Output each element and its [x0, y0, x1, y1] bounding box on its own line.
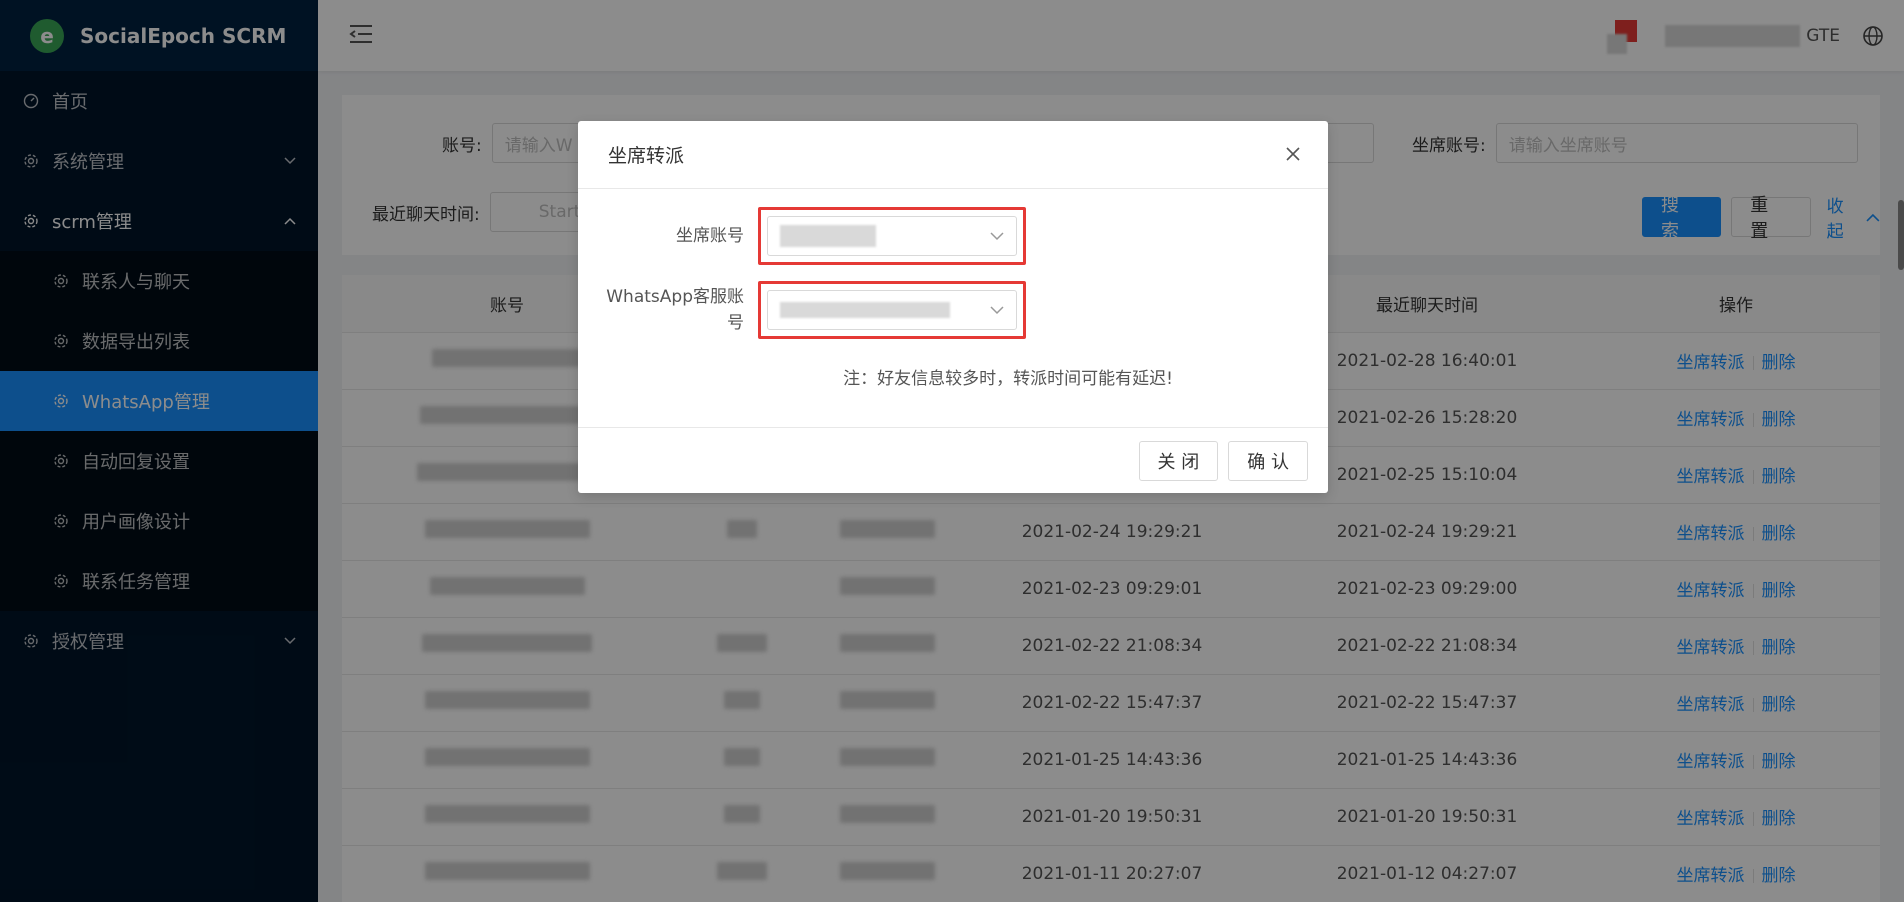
seat-account-label: 坐席账号	[676, 226, 744, 246]
seat-account-highlight	[758, 207, 1026, 265]
seat-account-select[interactable]	[767, 216, 1017, 256]
whatsapp-account-label: WhatsApp客服账 号	[606, 287, 744, 333]
chevron-down-icon	[990, 300, 1004, 320]
seat-transfer-dialog: 坐席转派 坐席账号 WhatsApp客服账 号 注：好友信息较多时，转派时间可能…	[578, 121, 1328, 493]
whatsapp-account-select[interactable]	[767, 290, 1017, 330]
dialog-footer: 关 闭 确 认	[578, 427, 1328, 493]
whatsapp-account-row: WhatsApp客服账 号	[578, 281, 1026, 339]
seat-account-row: 坐席账号	[578, 207, 1026, 265]
close-button[interactable]: 关 闭	[1138, 440, 1219, 481]
close-icon[interactable]	[1280, 141, 1306, 167]
dialog-body: 坐席账号 WhatsApp客服账 号 注：好友信息较多时，转派时间可能有延迟!	[578, 189, 1328, 427]
chevron-down-icon	[990, 226, 1004, 246]
transfer-note: 注：好友信息较多时，转派时间可能有延迟!	[843, 369, 1173, 389]
confirm-button[interactable]: 确 认	[1228, 440, 1308, 481]
whatsapp-account-highlight	[758, 281, 1026, 339]
dialog-header: 坐席转派	[578, 121, 1328, 189]
dialog-title: 坐席转派	[608, 145, 685, 167]
